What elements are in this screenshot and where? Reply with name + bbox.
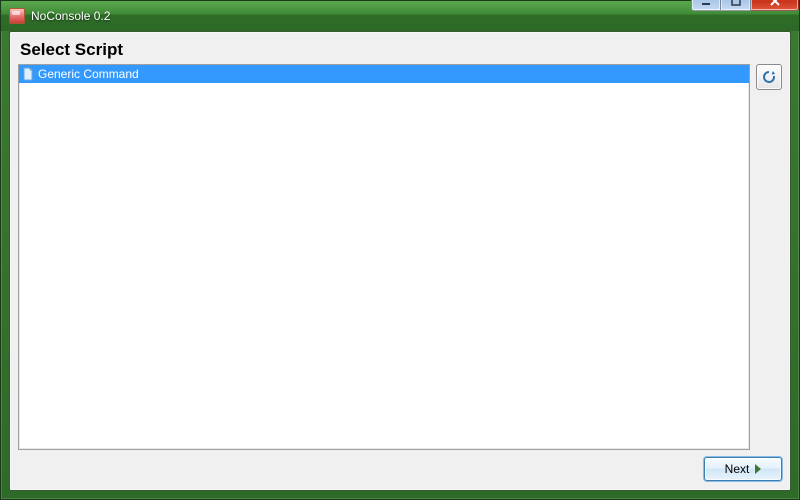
minimize-icon xyxy=(700,0,712,7)
script-listbox[interactable]: Generic Command xyxy=(18,64,750,450)
refresh-button[interactable] xyxy=(756,64,782,90)
app-window: NoConsole 0.2 Select Script xyxy=(0,0,800,500)
next-button-label: Next xyxy=(725,462,750,476)
next-button[interactable]: Next xyxy=(704,457,782,481)
refresh-icon xyxy=(761,69,777,85)
maximize-button[interactable] xyxy=(721,0,751,11)
side-toolbar xyxy=(756,64,782,450)
close-icon xyxy=(768,0,782,7)
client-area: Select Script Generic Command xyxy=(9,31,791,491)
script-file-icon xyxy=(21,67,35,81)
script-list-item[interactable]: Generic Command xyxy=(19,65,749,83)
close-button[interactable] xyxy=(751,0,799,11)
content-row: Generic Command xyxy=(18,64,782,450)
footer: Next xyxy=(18,450,782,482)
app-icon xyxy=(9,8,25,24)
window-title: NoConsole 0.2 xyxy=(31,9,110,23)
arrow-right-icon xyxy=(755,464,761,474)
script-list-item-label: Generic Command xyxy=(38,67,139,81)
page-heading: Select Script xyxy=(18,38,782,64)
titlebar[interactable]: NoConsole 0.2 xyxy=(1,1,799,31)
window-controls xyxy=(691,0,799,11)
maximize-icon xyxy=(730,0,742,7)
minimize-button[interactable] xyxy=(691,0,721,11)
